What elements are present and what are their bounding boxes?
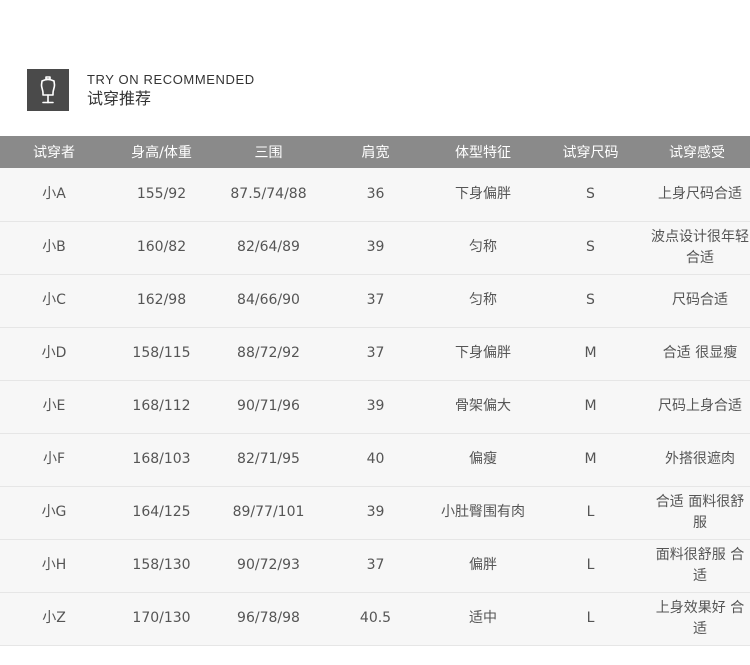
cell-tester: 小E — [42, 398, 66, 414]
table-row: 小C 162/98 84/66/90 37 匀称 S 尺码合适 — [0, 274, 750, 327]
table-row: 小G 164/125 89/77/101 39 小肚臀围有肉 L 合适 面料很舒… — [0, 486, 750, 539]
cell-measurements: 96/78/98 — [237, 610, 300, 626]
header-chinese-title: 试穿推荐 — [87, 89, 152, 108]
cell-height-weight: 158/130 — [132, 557, 191, 573]
cell-shoulder: 40 — [366, 451, 385, 467]
table-row: 小D 158/115 88/72/92 37 下身偏胖 M 合适 很显瘦 — [0, 327, 750, 380]
cell-feeling: 上身效果好 合适 — [655, 599, 745, 637]
cell-size: L — [586, 557, 595, 573]
cell-shoulder: 36 — [366, 185, 385, 202]
cell-height-weight: 155/92 — [136, 185, 187, 202]
cell-height-weight: 162/98 — [136, 292, 187, 308]
table-row: 小B 160/82 82/64/89 39 匀称 S 波点设计很年轻合适 — [0, 221, 750, 274]
cell-shoulder: 40.5 — [359, 610, 392, 626]
column-header-tester: 试穿者 — [33, 145, 75, 161]
cell-body-type: 匀称 — [469, 239, 497, 255]
cell-height-weight: 168/112 — [132, 398, 191, 414]
cell-body-type: 适中 — [469, 610, 497, 626]
cell-height-weight: 168/103 — [132, 451, 191, 467]
cell-size: M — [584, 345, 597, 361]
cell-body-type: 下身偏胖 — [455, 345, 511, 361]
cell-height-weight: 160/82 — [136, 239, 187, 255]
table-row: 小Z 170/130 96/78/98 40.5 适中 L 上身效果好 合适 — [0, 592, 750, 645]
cell-shoulder: 37 — [366, 557, 385, 573]
cell-size: L — [586, 610, 595, 626]
cell-tester: 小F — [42, 451, 66, 467]
cell-size: M — [584, 451, 597, 467]
cell-tester: 小G — [41, 504, 67, 520]
cell-feeling: 波点设计很年轻合适 — [651, 228, 749, 266]
cell-tester: 小A — [42, 185, 66, 202]
table-row: 小H 158/130 90/72/93 37 偏胖 L 面料很舒服 合适 — [0, 539, 750, 592]
column-header-feeling: 试穿感受 — [669, 145, 725, 161]
cell-body-type: 下身偏胖 — [455, 185, 511, 202]
table-row: 小F 168/103 82/71/95 40 偏瘦 M 外搭很遮肉 — [0, 433, 750, 486]
column-header-size: 试穿尺码 — [562, 145, 619, 161]
cell-body-type: 匀称 — [469, 292, 497, 308]
column-header-height-weight: 身高/体重 — [131, 145, 192, 161]
size-recommendation-table: 试穿者 身高/体重 三围 肩宽 体型特征 试穿尺码 试穿感受 小A 155/92… — [0, 136, 750, 646]
cell-feeling: 合适 面料很舒服 — [655, 493, 745, 531]
cell-shoulder: 39 — [366, 239, 385, 255]
cell-size: S — [586, 185, 595, 202]
cell-body-type: 骨架偏大 — [455, 398, 511, 414]
cell-measurements: 89/77/101 — [232, 504, 305, 520]
cell-size: M — [584, 398, 597, 414]
cell-size: S — [586, 239, 595, 255]
cell-body-type: 偏胖 — [469, 557, 497, 573]
cell-feeling: 尺码合适 — [672, 292, 728, 308]
cell-shoulder: 39 — [366, 398, 385, 414]
table-row: 小A 155/92 87.5/74/88 36 下身偏胖 S 上身尺码合适 — [0, 168, 750, 221]
cell-tester: 小D — [41, 345, 67, 361]
cell-height-weight: 170/130 — [132, 610, 191, 626]
table-row: 小E 168/112 90/71/96 39 骨架偏大 M 尺码上身合适 — [0, 380, 750, 433]
cell-measurements: 90/72/93 — [237, 557, 300, 573]
cell-tester: 小C — [42, 292, 66, 308]
cell-measurements: 90/71/96 — [237, 398, 300, 414]
cell-size: L — [586, 504, 595, 520]
cell-feeling: 外搭很遮肉 — [665, 451, 735, 467]
cell-measurements: 84/66/90 — [237, 292, 300, 308]
cell-height-weight: 158/115 — [132, 345, 191, 361]
cell-feeling: 上身尺码合适 — [658, 185, 742, 202]
header-english-title: TRY ON RECOMMENDED — [87, 72, 255, 87]
cell-measurements: 88/72/92 — [237, 345, 300, 361]
cell-feeling: 面料很舒服 合适 — [655, 546, 745, 584]
column-header-shoulder: 肩宽 — [361, 145, 390, 161]
cell-height-weight: 164/125 — [132, 504, 191, 520]
cell-size: S — [586, 292, 595, 308]
column-header-body-type: 体型特征 — [455, 145, 511, 161]
column-header-measurements: 三围 — [254, 145, 283, 161]
cell-shoulder: 37 — [366, 345, 385, 361]
mannequin-icon-graphic — [40, 76, 56, 104]
table-header-row: 试穿者 身高/体重 三围 肩宽 体型特征 试穿尺码 试穿感受 — [0, 136, 750, 168]
cell-measurements: 82/64/89 — [237, 239, 300, 255]
cell-shoulder: 37 — [366, 292, 385, 308]
cell-body-type: 小肚臀围有肉 — [441, 504, 525, 520]
cell-tester: 小B — [42, 239, 66, 255]
cell-feeling: 尺码上身合适 — [658, 398, 742, 414]
cell-tester: 小H — [41, 557, 67, 573]
mannequin-icon — [27, 69, 69, 111]
cell-body-type: 偏瘦 — [469, 451, 497, 467]
cell-shoulder: 39 — [366, 504, 385, 520]
cell-measurements: 87.5/74/88 — [230, 185, 307, 202]
cell-feeling: 合适 很显瘦 — [662, 345, 738, 361]
cell-tester: 小Z — [42, 610, 66, 626]
cell-measurements: 82/71/95 — [237, 451, 300, 467]
section-header: TRY ON RECOMMENDED 试穿推荐 — [27, 69, 255, 111]
